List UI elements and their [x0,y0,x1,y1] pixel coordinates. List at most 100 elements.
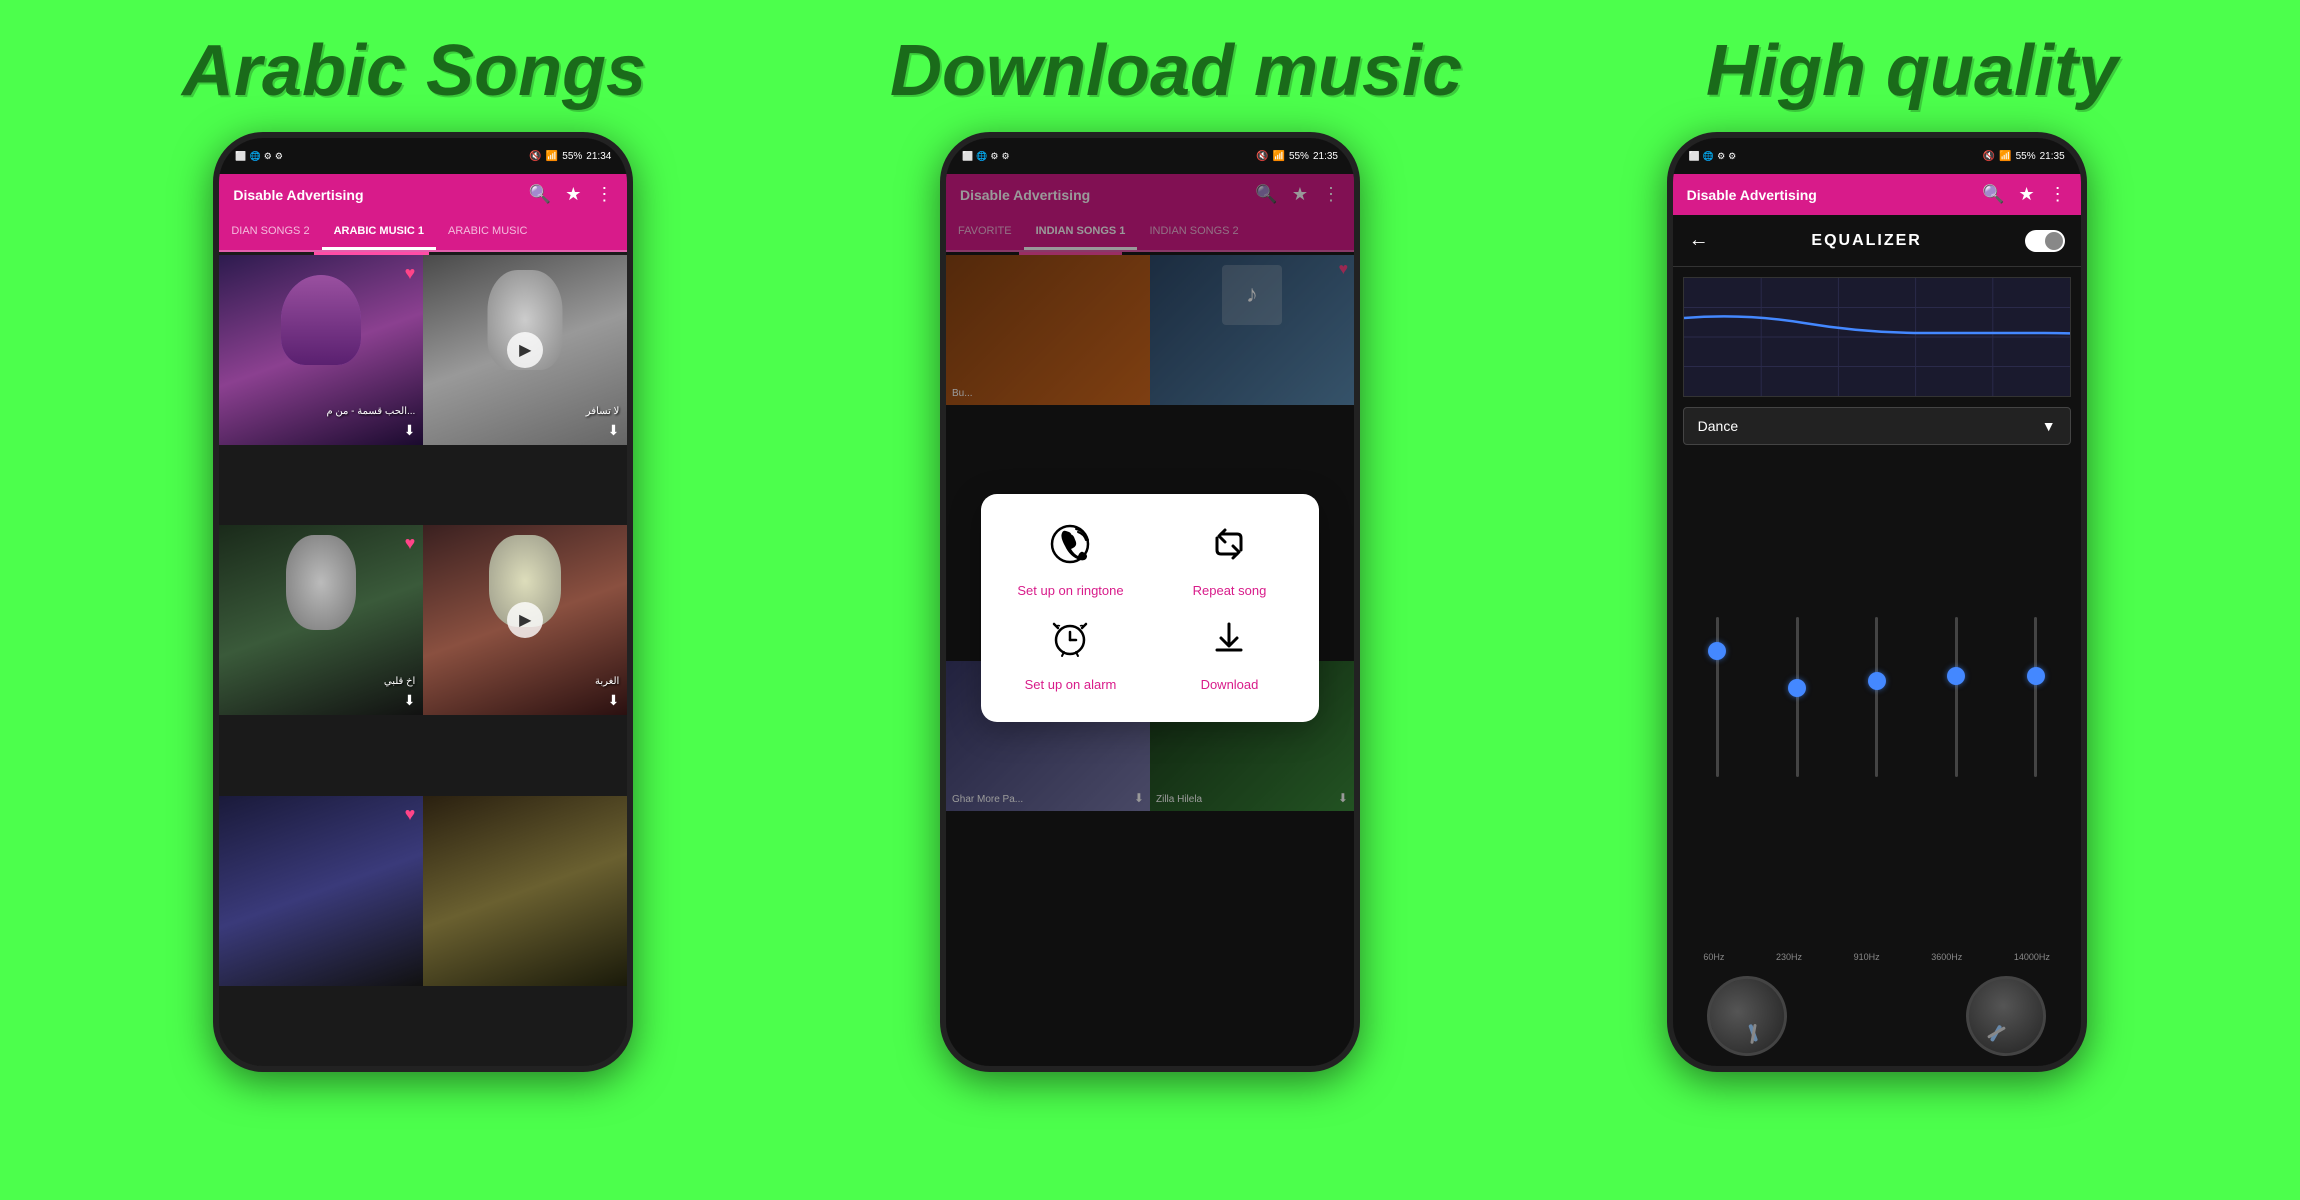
eq-back-button[interactable]: ← [1689,229,1709,252]
eq-grid [1684,278,2070,396]
eq-title: EQUALIZER [1811,232,1921,250]
repeat-label: Repeat song [1193,583,1267,598]
eq-toggle[interactable] [2025,230,2065,252]
heart-icon-5[interactable]: ♥ [405,804,416,825]
eq-knob-4[interactable] [1947,667,1965,685]
eq-dial-row [1673,966,2081,1066]
menu-item-download[interactable]: Download [1160,618,1299,692]
eq-slider-60hz [1716,617,1719,797]
song-card-3[interactable]: ♥ اخ قلبي ⬇ [219,525,423,715]
more-icon-1[interactable]: ⋮ [595,184,613,205]
title-middle: Download music [890,30,1462,112]
eq-knob-5[interactable] [2027,667,2045,685]
ringtone-icon [1050,524,1090,573]
download-icon-4[interactable]: ⬇ [608,692,620,709]
song-card-5[interactable]: ♥ [219,796,423,986]
eq-slider-230hz [1796,617,1799,797]
chevron-down-icon: ▼ [2042,418,2056,434]
play-button-2[interactable]: ▶ [507,332,543,368]
phone-1: ⬜🌐⚙⚙ 🔇 📶 55% 21:34 Disable Advertising 🔍… [213,132,633,1072]
repeat-icon [1209,524,1249,573]
phones-row: ⬜🌐⚙⚙ 🔇 📶 55% 21:34 Disable Advertising 🔍… [0,132,2300,1072]
phone-1-screen: Disable Advertising 🔍 ★ ⋮ DIAN SONGS 2 A… [219,174,627,1066]
phone-3-app-title[interactable]: Disable Advertising [1687,187,1817,203]
freq-230hz: 230Hz [1776,952,1802,962]
phone-1-app-title[interactable]: Disable Advertising [233,187,363,203]
tab-dian-songs-2[interactable]: DIAN SONGS 2 [219,215,321,250]
eq-knob-1[interactable] [1708,642,1726,660]
play-button-4[interactable]: ▶ [507,602,543,638]
search-icon-1[interactable]: 🔍 [529,184,551,205]
song-card-2[interactable]: ▶ لا تسافر ⬇ [423,255,627,445]
song-title-3: اخ قلبي [227,676,415,687]
download-icon-2[interactable]: ⬇ [608,422,620,439]
star-icon-1[interactable]: ★ [565,184,581,205]
eq-sliders [1673,455,2081,948]
status-icons-left-3: ⬜🌐⚙⚙ [1689,151,1737,162]
menu-item-alarm[interactable]: Set up on alarm [1001,618,1140,692]
eq-slider-track-2[interactable] [1796,617,1799,777]
phone-3-screen: Disable Advertising 🔍 ★ ⋮ ← EQUALIZER [1673,174,2081,1066]
star-icon-3[interactable]: ★ [2019,184,2035,205]
status-icons-right-2: 🔇 📶 55% 21:35 [1256,151,1338,162]
download-menu-icon [1209,618,1249,667]
status-bar-1: ⬜🌐⚙⚙ 🔇 📶 55% 21:34 [219,138,627,174]
eq-slider-910hz [1875,617,1878,797]
phone-3-toolbar: Disable Advertising 🔍 ★ ⋮ [1673,174,2081,215]
phone-1-toolbar-icons: 🔍 ★ ⋮ [529,184,614,205]
download-label: Download [1201,677,1259,692]
title-left: Arabic Songs [182,30,646,112]
eq-slider-track-3[interactable] [1875,617,1878,777]
more-icon-3[interactable]: ⋮ [2049,184,2067,205]
eq-slider-14000hz [2034,617,2037,797]
tab-arabic-music[interactable]: ARABIC MUSIC [436,215,539,250]
eq-dropdown[interactable]: Dance ▼ [1683,407,2071,445]
status-bar-3: ⬜🌐⚙⚙ 🔇 📶 55% 21:35 [1673,138,2081,174]
eq-slider-track-1[interactable] [1716,617,1719,777]
eq-freq-labels: 60Hz 230Hz 910Hz 3600Hz 14000Hz [1673,948,2081,966]
heart-icon-3[interactable]: ♥ [405,533,416,554]
song-card-6[interactable] [423,796,627,986]
status-icons-right-3: 🔇 📶 55% 21:35 [1983,151,2065,162]
alarm-label: Set up on alarm [1025,677,1117,692]
search-icon-3[interactable]: 🔍 [1982,184,2004,205]
eq-dial-spacer [1837,976,1917,1056]
freq-3600hz: 3600Hz [1931,952,1962,962]
status-bar-2: ⬜🌐⚙⚙ 🔇 📶 55% 21:35 [946,138,1354,174]
titles-row: Arabic Songs Download music High quality [0,0,2300,132]
song-title-1: الحب قسمة - من م... [227,406,415,417]
phone-2: ⬜🌐⚙⚙ 🔇 📶 55% 21:35 Disable Advertising 🔍… [940,132,1360,1072]
ringtone-label: Set up on ringtone [1017,583,1123,598]
phone-3-toolbar-icons: 🔍 ★ ⋮ [1982,184,2067,205]
status-icons-right: 🔇 📶 55% 21:34 [529,151,611,162]
tab-arabic-music-1[interactable]: ARABIC MUSIC 1 [322,215,436,250]
song-title-4: الغربة [431,676,619,687]
phone-1-tabs: DIAN SONGS 2 ARABIC MUSIC 1 ARABIC MUSIC [219,215,627,252]
eq-slider-track-5[interactable] [2034,617,2037,777]
eq-slider-track-4[interactable] [1955,617,1958,777]
download-icon-3[interactable]: ⬇ [404,692,416,709]
context-menu: Set up on ringtone Repeat song [981,494,1319,722]
title-right: High quality [1706,30,2118,112]
phone-1-toolbar: Disable Advertising 🔍 ★ ⋮ [219,174,627,215]
phone-3: ⬜🌐⚙⚙ 🔇 📶 55% 21:35 Disable Advertising 🔍… [1667,132,2087,1072]
song-title-2: لا تسافر [431,406,619,417]
status-icons-left: ⬜🌐⚙⚙ [235,151,283,162]
freq-14000hz: 14000Hz [2014,952,2050,962]
eq-header: ← EQUALIZER [1673,215,2081,267]
eq-slider-3600hz [1955,617,1958,797]
phone-1-song-grid: ♥ الحب قسمة - من م... ⬇ ▶ لا تسافر ⬇ [219,255,627,1066]
eq-knob-2[interactable] [1788,679,1806,697]
status-icons-left-2: ⬜🌐⚙⚙ [962,151,1010,162]
eq-knob-3[interactable] [1868,672,1886,690]
eq-dial-1[interactable] [1696,965,1799,1066]
menu-item-ringtone[interactable]: Set up on ringtone [1001,524,1140,598]
download-icon-1[interactable]: ⬇ [404,422,416,439]
alarm-icon [1050,618,1090,667]
eq-dial-2[interactable] [1951,961,2060,1066]
heart-icon-1[interactable]: ♥ [405,263,416,284]
freq-60hz: 60Hz [1703,952,1724,962]
song-card-1[interactable]: ♥ الحب قسمة - من م... ⬇ [219,255,423,445]
song-card-4[interactable]: ▶ الغربة ⬇ [423,525,627,715]
menu-item-repeat[interactable]: Repeat song [1160,524,1299,598]
